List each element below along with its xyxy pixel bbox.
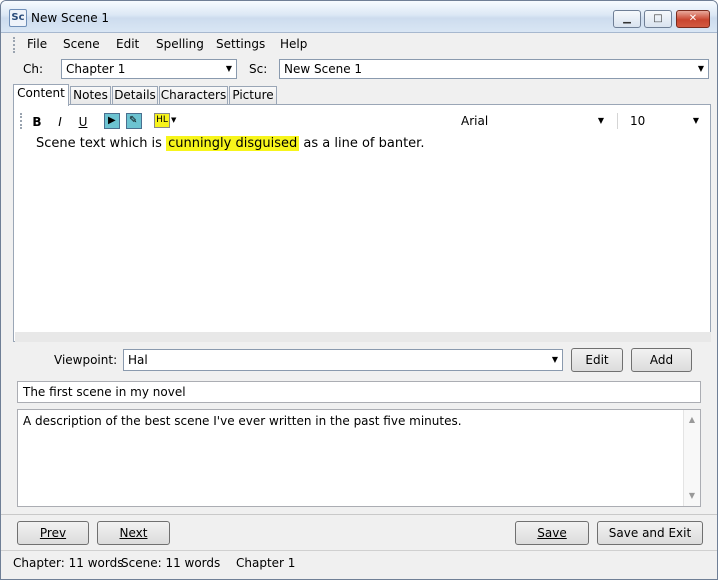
description-field[interactable]: A description of the best scene I've eve… [17, 409, 701, 507]
prev-button-label: Prev [39, 526, 67, 540]
content-tab-panel: B I U ▶ ✎ HL ▼ Arial ▼ 10 ▼ Scene text w… [13, 104, 711, 342]
summary-value: The first scene in my novel [23, 385, 186, 399]
tab-picture[interactable]: Picture [229, 86, 277, 105]
menu-settings[interactable]: Settings [216, 37, 265, 51]
viewpoint-label: Viewpoint: [54, 353, 118, 367]
chevron-down-icon: ▼ [697, 64, 704, 73]
menu-spelling[interactable]: Spelling [156, 37, 204, 51]
toolbar-grip-icon [20, 113, 23, 129]
menu-bar: File Scene Edit Spelling Settings Help [1, 34, 717, 56]
chevron-down-icon: ▼ [225, 64, 232, 73]
window-title: New Scene 1 [31, 11, 110, 25]
font-size-select[interactable]: 10 ▼ [627, 111, 703, 131]
minimize-button[interactable]: ▁ [613, 10, 641, 28]
highlight-dropdown-icon[interactable]: ▼ [171, 116, 176, 124]
formatting-toolbar: B I U ▶ ✎ HL ▼ Arial ▼ 10 ▼ [14, 105, 710, 135]
font-select[interactable]: Arial ▼ [458, 111, 608, 131]
next-button-label: Next [119, 526, 148, 540]
panel-splitter[interactable] [15, 332, 711, 342]
tool-toggle-button[interactable]: ✎ [126, 113, 142, 129]
scene-select-value: New Scene 1 [284, 62, 363, 76]
toolbar-separator [617, 113, 620, 129]
summary-field[interactable]: The first scene in my novel [17, 381, 701, 403]
tab-notes[interactable]: Notes [70, 86, 111, 105]
tab-details[interactable]: Details [112, 86, 158, 105]
highlight-button[interactable]: HL [154, 113, 170, 128]
tab-content[interactable]: Content [13, 84, 69, 106]
prev-button[interactable]: Prev [17, 521, 89, 545]
play-toggle-button[interactable]: ▶ [104, 113, 120, 129]
description-value: A description of the best scene I've eve… [23, 414, 462, 428]
save-and-exit-button-label: Save and Exit [608, 526, 692, 540]
edit-viewpoint-button[interactable]: Edit [571, 348, 623, 372]
app-icon: Sc [9, 9, 27, 27]
editor-text-before: Scene text which is [36, 136, 167, 151]
bold-button[interactable]: B [28, 114, 46, 130]
menubar-grip-icon [13, 37, 16, 53]
play-icon: ▶ [108, 115, 116, 126]
menu-help[interactable]: Help [280, 37, 307, 51]
description-scrollbar[interactable]: ▲ ▼ [683, 410, 700, 506]
font-size-value: 10 [630, 114, 646, 128]
menu-edit[interactable]: Edit [116, 37, 139, 51]
editor-text-after: as a line of banter. [299, 136, 425, 151]
save-button[interactable]: Save [515, 521, 589, 545]
viewpoint-select-value: Hal [128, 353, 148, 367]
save-and-exit-button[interactable]: Save and Exit [597, 521, 703, 545]
wrench-icon: ✎ [129, 115, 138, 126]
menu-scene[interactable]: Scene [63, 37, 100, 51]
chapter-select[interactable]: Chapter 1 ▼ [61, 59, 237, 79]
chevron-down-icon: ▼ [692, 116, 699, 125]
italic-button[interactable]: I [51, 114, 69, 130]
font-select-value: Arial [461, 114, 489, 128]
maximize-button[interactable]: □ [644, 10, 672, 28]
underline-button[interactable]: U [74, 114, 92, 130]
title-bar: Sc New Scene 1 ▁ □ ✕ [1, 1, 717, 33]
status-bar: Chapter: 11 words Scene: 11 words Chapte… [1, 550, 717, 575]
bottom-separator [1, 514, 717, 515]
chapter-select-value: Chapter 1 [66, 62, 126, 76]
save-button-label: Save [537, 526, 567, 540]
scroll-down-icon[interactable]: ▼ [684, 488, 700, 504]
tab-characters[interactable]: Characters [159, 86, 228, 105]
scroll-up-icon[interactable]: ▲ [684, 412, 700, 428]
scene-label: Sc: [249, 62, 268, 76]
chevron-down-icon: ▼ [551, 355, 558, 364]
scene-text-editor[interactable]: Scene text which is cunningly disguised … [14, 135, 710, 333]
chapter-word-count: Chapter: 11 words [13, 556, 124, 570]
add-viewpoint-button[interactable]: Add [631, 348, 692, 372]
menu-file[interactable]: File [27, 37, 47, 51]
scene-select[interactable]: New Scene 1 ▼ [279, 59, 709, 79]
editor-highlighted-text: cunningly disguised [166, 136, 300, 151]
next-button[interactable]: Next [97, 521, 170, 545]
chevron-down-icon: ▼ [597, 116, 604, 125]
close-button[interactable]: ✕ [676, 10, 710, 28]
scene-word-count: Scene: 11 words [121, 556, 221, 570]
chapter-label: Ch: [23, 62, 44, 76]
status-chapter-name: Chapter 1 [236, 556, 296, 570]
scene-editor-window: Sc New Scene 1 ▁ □ ✕ File Scene Edit Spe… [0, 0, 718, 580]
viewpoint-select[interactable]: Hal ▼ [123, 349, 563, 371]
